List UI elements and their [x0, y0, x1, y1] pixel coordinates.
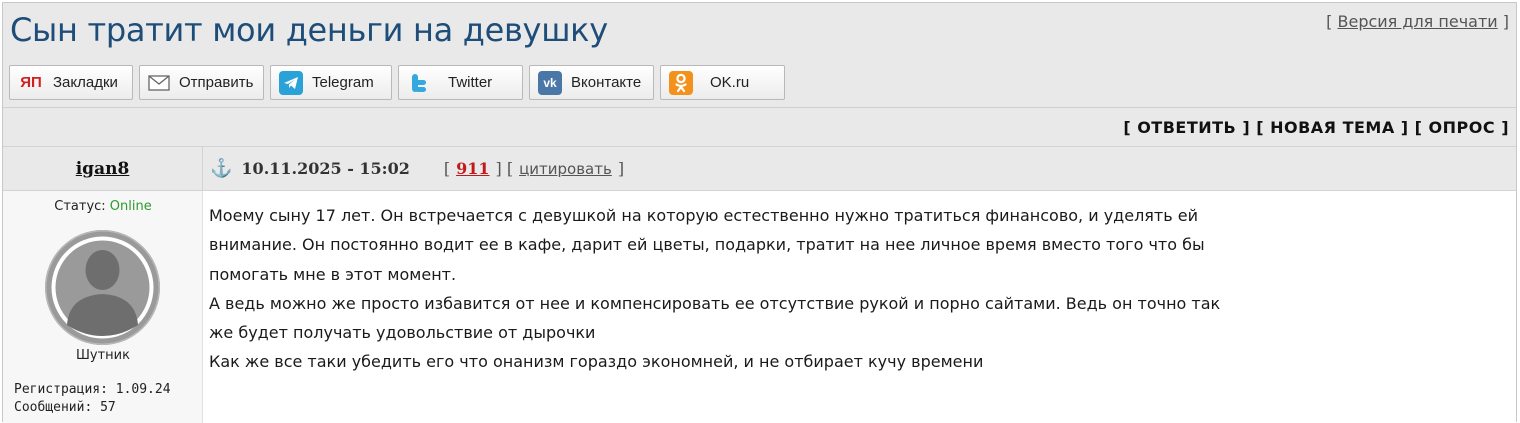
- print-version: [ Версия для печати ]: [1326, 12, 1509, 31]
- print-bracket-close: ]: [1497, 12, 1509, 31]
- post-line: же будет получать удовольствие от дырочк…: [209, 323, 596, 343]
- post-line: помогать мне в этот момент.: [209, 264, 457, 284]
- header-divider: [3, 107, 1516, 108]
- page-title: Сын тратит мои деньги на девушку: [10, 11, 608, 49]
- print-version-link[interactable]: Версия для печати: [1338, 12, 1498, 31]
- forum-post: igan8 ⚓ 10.11.2025 - 15:02 [ 911 ] [ цит…: [3, 146, 1516, 423]
- share-twitter-button[interactable]: Twitter: [398, 65, 523, 100]
- post-text: Моему сыну 17 лет. Он встречается с деву…: [209, 201, 1369, 377]
- share-ok-button[interactable]: OK.ru: [660, 65, 785, 100]
- author-registration: Регистрация: 1.09.24: [14, 382, 171, 397]
- share-bookmarks-label: Закладки: [53, 74, 118, 91]
- share-email-label: Отправить: [179, 74, 254, 91]
- status-label: Статус:: [54, 199, 110, 214]
- bracket: ]: [617, 159, 625, 178]
- post-line: внимание. Он постоянно водит ее в кафе, …: [209, 235, 1205, 255]
- telegram-icon: [279, 70, 303, 95]
- author-link[interactable]: igan8: [76, 159, 130, 179]
- avatar[interactable]: [45, 230, 160, 345]
- vk-icon: vk: [538, 70, 562, 95]
- post-header: igan8 ⚓ 10.11.2025 - 15:02 [ 911 ] [ цит…: [3, 146, 1516, 191]
- topic-header: Сын тратит мои деньги на девушку [ Верси…: [3, 3, 1516, 107]
- post-line: Моему сыну 17 лет. Он встречается с деву…: [209, 206, 1198, 225]
- post-body: Статус: Online Шутник Регистрация: 1.09.…: [3, 191, 1516, 423]
- reply-button[interactable]: [ ОТВЕТИТЬ ]: [1123, 118, 1250, 137]
- avatar-placeholder-icon: [46, 231, 159, 344]
- twitter-icon: [407, 71, 431, 95]
- share-bookmarks-button[interactable]: ЯП Закладки: [9, 65, 133, 100]
- author-stats: Регистрация: 1.09.24 Сообщений: 57: [14, 381, 171, 417]
- author-status: Статус: Online: [3, 199, 203, 214]
- quote-link[interactable]: цитировать: [519, 160, 612, 178]
- anchor-icon[interactable]: ⚓: [210, 158, 232, 179]
- author-sidebar: Статус: Online Шутник Регистрация: 1.09.…: [3, 191, 203, 423]
- post-line: Как же все таки убедить его что онанизм …: [209, 352, 984, 372]
- bracket: ] [: [495, 159, 514, 178]
- share-twitter-label: Twitter: [448, 74, 493, 91]
- post-meta: ⚓ 10.11.2025 - 15:02 [ 911 ] [ цитироват…: [210, 147, 624, 190]
- poll-button[interactable]: [ ОПРОС ]: [1415, 118, 1509, 137]
- envelope-icon: [148, 71, 170, 95]
- new-topic-button[interactable]: [ НОВАЯ ТЕМА ]: [1256, 118, 1408, 137]
- author-messages: Сообщений: 57: [14, 400, 116, 415]
- print-bracket-open: [: [1326, 12, 1338, 31]
- yandex-bookmarks-icon: ЯП: [20, 74, 42, 91]
- post-line: А ведь можно же просто избавится от нее …: [209, 293, 1221, 313]
- share-email-button[interactable]: Отправить: [139, 65, 264, 100]
- topic-actions: [ ОТВЕТИТЬ ] [ НОВАЯ ТЕМА ] [ ОПРОС ]: [1123, 118, 1509, 137]
- status-online: Online: [109, 199, 152, 214]
- share-ok-label: OK.ru: [710, 74, 750, 91]
- share-telegram-label: Telegram: [312, 74, 374, 91]
- share-toolbar: ЯП Закладки Отправить Telegram Twitter v…: [9, 65, 785, 100]
- post-date: 10.11.2025 - 15:02: [241, 159, 410, 178]
- share-telegram-button[interactable]: Telegram: [270, 65, 392, 100]
- post-number-link[interactable]: 911: [456, 159, 489, 178]
- bracket: [: [443, 159, 451, 178]
- share-vk-label: Вконтакте: [571, 74, 642, 91]
- post-author: igan8: [3, 147, 203, 190]
- author-rank: Шутник: [76, 348, 130, 363]
- forum-page: Сын тратит мои деньги на девушку [ Верси…: [2, 2, 1517, 423]
- odnoklassniki-icon: [669, 70, 693, 95]
- share-vk-button[interactable]: vk Вконтакте: [529, 65, 654, 100]
